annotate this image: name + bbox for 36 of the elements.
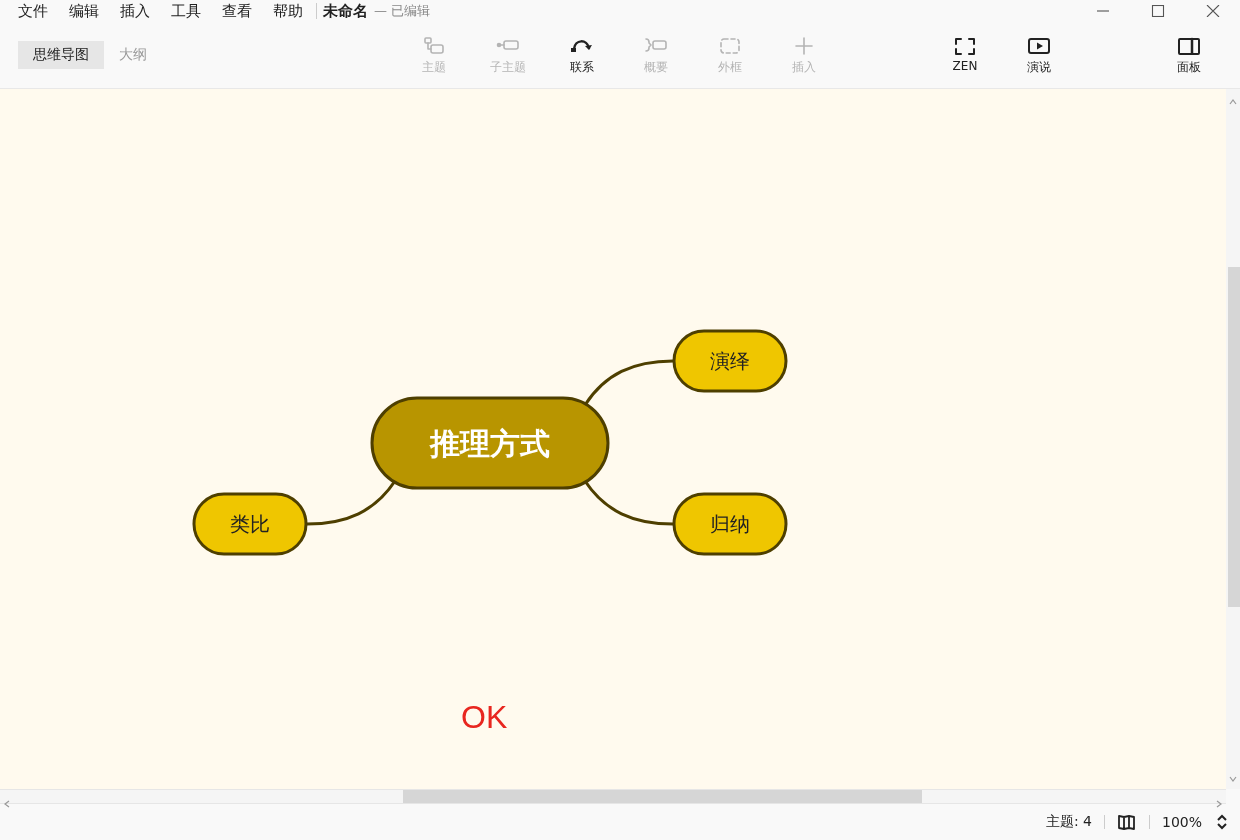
toolbar-button[interactable]: 联系	[545, 34, 619, 76]
view-tab[interactable]: 思维导图	[18, 41, 104, 69]
plus-icon	[792, 36, 816, 55]
horizontal-scrollbar-thumb[interactable]	[403, 790, 922, 803]
play-icon	[1027, 36, 1051, 55]
maximize-icon[interactable]	[1150, 5, 1165, 17]
menu-item[interactable]: 编辑	[69, 1, 99, 21]
toolbar-button[interactable]: 演说	[1002, 34, 1076, 76]
topic-node[interactable]: 演绎	[672, 329, 788, 393]
scroll-down-icon[interactable]	[1229, 775, 1237, 783]
menu-item[interactable]: 帮助	[273, 1, 303, 21]
book-icon[interactable]	[1116, 813, 1137, 830]
floating-text[interactable]: OK	[461, 699, 508, 736]
dashed-frame-icon	[718, 36, 742, 55]
zoom-level[interactable]: 100%	[1161, 813, 1202, 830]
scroll-left-icon[interactable]	[3, 800, 11, 808]
panel-icon	[1177, 36, 1201, 55]
menu-item[interactable]: 查看	[222, 1, 252, 21]
fullscreen-icon	[953, 36, 977, 55]
edit-status: — 已编辑	[374, 2, 431, 20]
menu-item[interactable]: 工具	[171, 1, 201, 21]
scroll-right-icon[interactable]	[1215, 800, 1223, 808]
brace-icon	[644, 36, 668, 55]
menu-item[interactable]: 文件	[18, 1, 48, 21]
topic-icon	[422, 36, 446, 55]
toolbar-button[interactable]: 面板	[1152, 34, 1226, 76]
topic-node[interactable]: 类比	[192, 492, 308, 556]
close-icon[interactable]	[1205, 5, 1220, 17]
document-title: 未命名	[323, 1, 368, 21]
scroll-up-icon[interactable]	[1229, 98, 1237, 106]
topic-count: 主题: 4	[1045, 812, 1092, 831]
vertical-scrollbar-thumb[interactable]	[1228, 267, 1240, 607]
topic-node[interactable]: 归纳	[672, 492, 788, 556]
stepper-icon[interactable]	[1216, 812, 1228, 831]
toolbar-button[interactable]: ZEN	[928, 34, 1002, 76]
menu-item[interactable]: 插入	[120, 1, 150, 21]
